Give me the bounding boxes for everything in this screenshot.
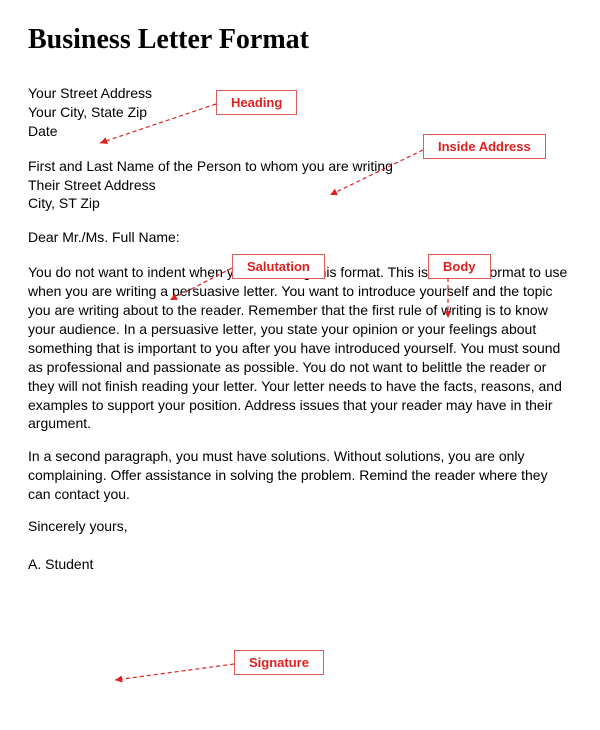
recipient-city-state-zip: City, ST Zip	[28, 194, 572, 213]
sender-street: Your Street Address	[28, 84, 572, 103]
signature-line: A. Student	[28, 556, 572, 572]
recipient-name: First and Last Name of the Person to who…	[28, 157, 572, 176]
heading-block: Your Street Address Your City, State Zip…	[28, 84, 572, 141]
inside-address-block: First and Last Name of the Person to who…	[28, 157, 572, 214]
annotation-body: Body	[428, 254, 491, 279]
body-paragraph-2: In a second paragraph, you must have sol…	[28, 447, 572, 504]
salutation-line: Dear Mr./Ms. Full Name:	[28, 229, 572, 245]
recipient-street: Their Street Address	[28, 176, 572, 195]
sender-city-state-zip: Your City, State Zip	[28, 103, 572, 122]
body-paragraph-1: You do not want to indent when you are u…	[28, 263, 572, 433]
annotation-heading: Heading	[216, 90, 297, 115]
closing-line: Sincerely yours,	[28, 518, 572, 534]
annotation-inside-address: Inside Address	[423, 134, 546, 159]
annotation-signature: Signature	[234, 650, 324, 675]
page-title: Business Letter Format	[28, 24, 572, 56]
annotation-salutation: Salutation	[232, 254, 325, 279]
